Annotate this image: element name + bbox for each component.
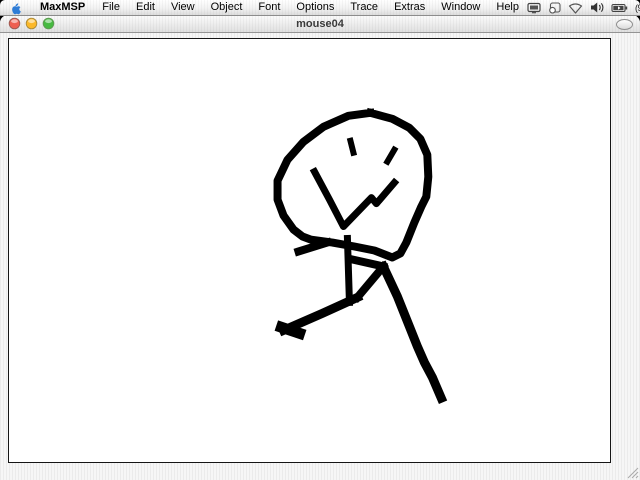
window-title: mouse04 (296, 17, 344, 30)
menu-maxmsp[interactable]: MaxMSP (31, 0, 94, 15)
volume-icon[interactable] (590, 1, 604, 14)
menu-bar-status: (97%) A 10:12 (527, 1, 640, 15)
menu-font[interactable]: Font (250, 0, 288, 15)
patcher-window: mouse04 (0, 15, 640, 480)
doodle-stroke-leg (377, 260, 448, 405)
doodle-svg (273, 107, 448, 405)
displays-icon[interactable] (527, 2, 541, 14)
doodle-stroke-arm-end-blob (274, 320, 307, 341)
resize-grip[interactable] (625, 465, 639, 479)
doodle-stroke-left-stub (293, 237, 333, 257)
classic-menu-icon[interactable] (548, 1, 561, 14)
battery-icon[interactable] (611, 2, 628, 14)
title-bar[interactable]: mouse04 (0, 15, 640, 33)
doodle-stroke-head-outline (273, 107, 433, 262)
doodle-stroke-neck (343, 234, 354, 306)
menu-trace[interactable]: Trace (342, 0, 386, 15)
menu-help[interactable]: Help (488, 0, 527, 15)
menu-edit[interactable]: Edit (128, 0, 163, 15)
battery-percent: (97%) (635, 2, 640, 13)
menu-view[interactable]: View (163, 0, 203, 15)
menu-window[interactable]: Window (433, 0, 488, 15)
apple-logo-icon (12, 2, 21, 14)
toolbar-toggle-button[interactable] (616, 19, 633, 30)
desktop: { "menubar": { "items": [ {"label": "Max… (0, 0, 640, 480)
menu-bar: MaxMSP File Edit View Object Font Option… (0, 0, 640, 16)
doodle-stroke-arm (277, 291, 364, 337)
doodle-stroke-left-eye (346, 137, 358, 157)
menu-options[interactable]: Options (288, 0, 342, 15)
doodle-stroke-torso-edge (351, 260, 390, 304)
airport-icon[interactable] (568, 2, 583, 14)
patcher-canvas[interactable] (8, 38, 611, 463)
apple-menu[interactable] (0, 1, 31, 15)
doodle-stroke-right-eye (383, 145, 399, 166)
menu-file[interactable]: File (94, 0, 128, 15)
doodle-stroke-mouth (309, 166, 400, 231)
menu-extras[interactable]: Extras (386, 0, 433, 15)
menu-object[interactable]: Object (203, 0, 251, 15)
